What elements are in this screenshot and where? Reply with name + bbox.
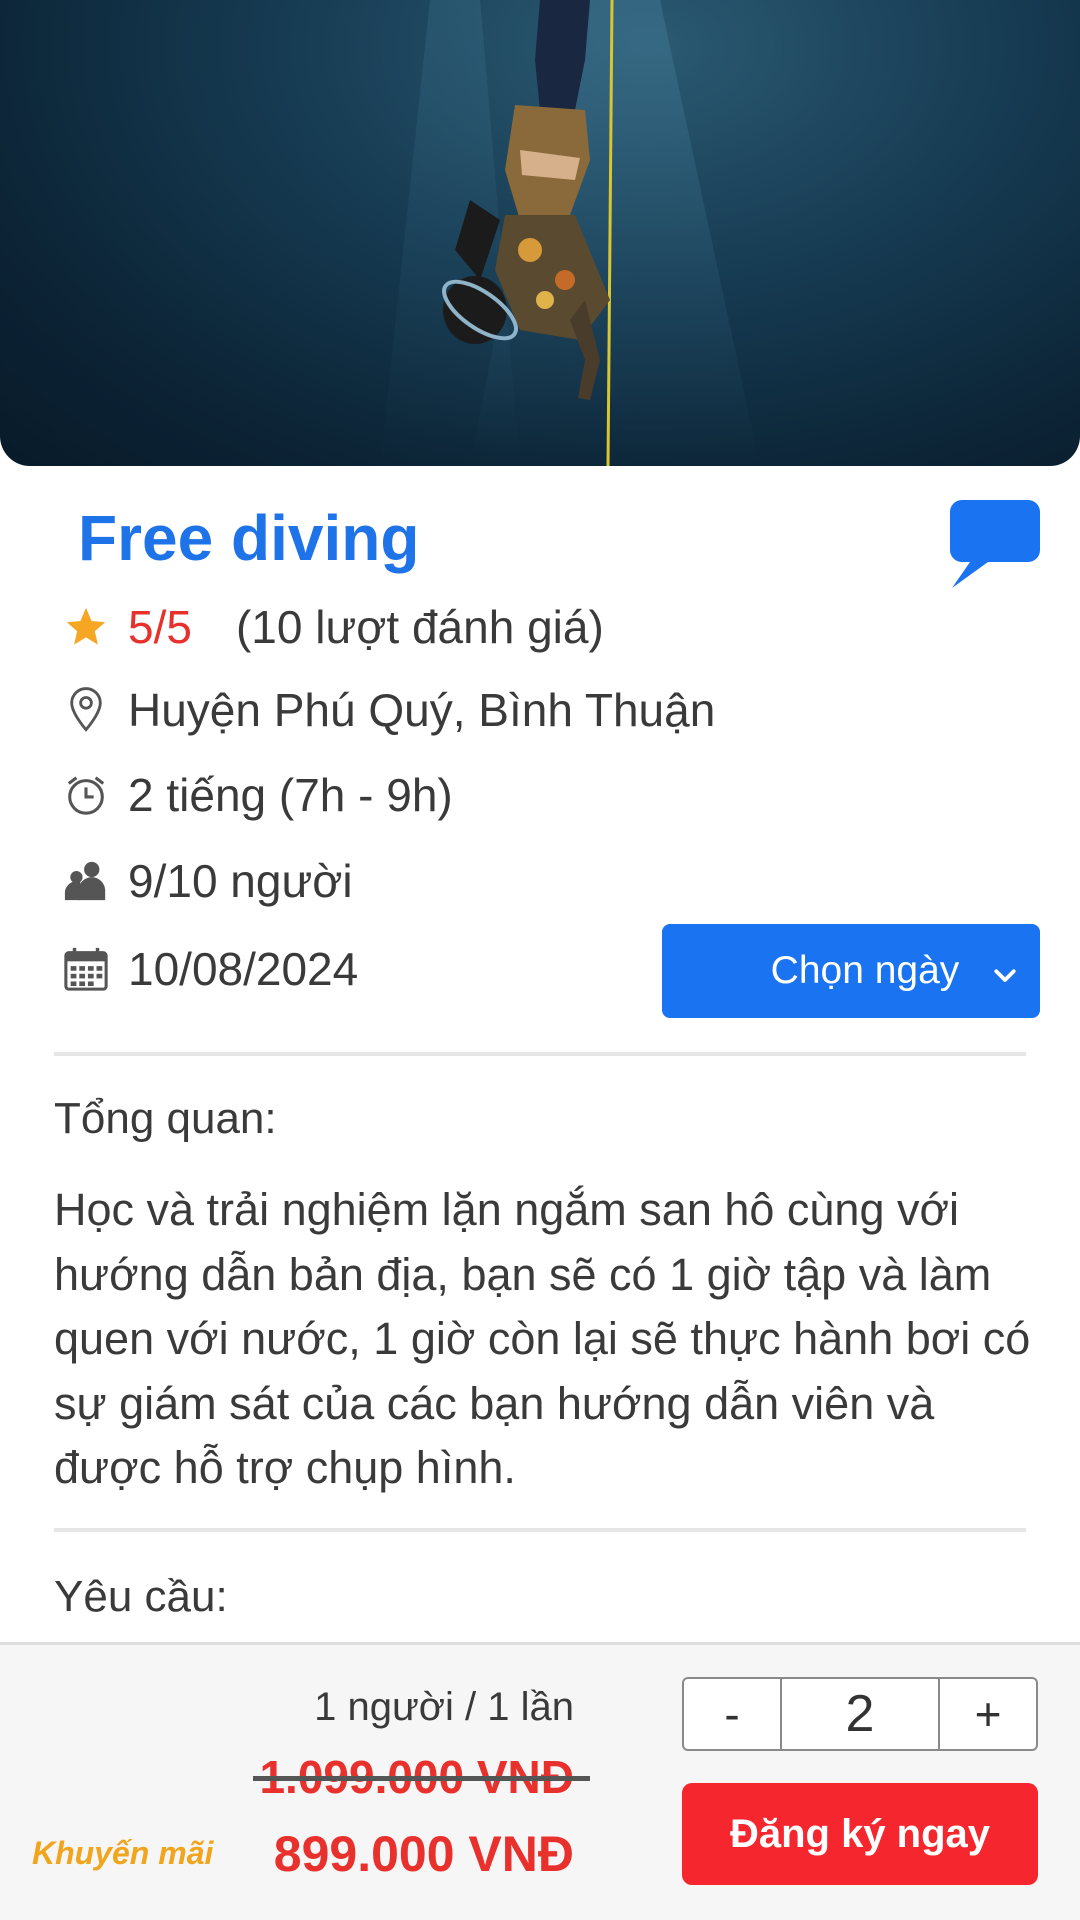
overview-text: Học và trải nghiệm lặn ngắm san hô cùng …	[54, 1184, 1031, 1493]
chat-bubble-icon[interactable]	[950, 500, 1040, 588]
new-price: 899.000 VNĐ	[273, 1826, 574, 1882]
chevron-down-icon	[990, 956, 1020, 986]
location-row: Huyện Phú Quý, Bình Thuận	[62, 683, 715, 737]
date-text: 10/08/2024	[128, 943, 359, 995]
map-pin-icon	[62, 686, 110, 734]
page-title: Free diving	[78, 502, 420, 574]
duration-text: 2 tiếng (7h - 9h)	[128, 769, 453, 821]
star-icon	[62, 603, 110, 651]
strikethrough-line	[253, 1776, 590, 1781]
diver-illustration	[380, 0, 760, 466]
rating-count[interactable]: (10 lượt đánh giá)	[236, 600, 604, 654]
choose-date-label: Chọn ngày	[770, 949, 960, 992]
capacity-text: 9/10 người	[128, 855, 353, 907]
promo-label: Khuyến mãi	[32, 1835, 214, 1871]
register-button[interactable]: Đăng ký ngay	[682, 1783, 1038, 1885]
location-text: Huyện Phú Quý, Bình Thuận	[128, 684, 716, 736]
capacity-row: 9/10 người	[62, 854, 353, 908]
overview-heading: Tổng quan:	[54, 1094, 277, 1143]
quantity-value[interactable]: 2	[780, 1679, 940, 1749]
decrement-button[interactable]: -	[684, 1679, 780, 1749]
alarm-clock-icon	[62, 771, 110, 819]
increment-button[interactable]: +	[940, 1679, 1036, 1749]
rating-row: 5/5 (10 lượt đánh giá)	[62, 600, 604, 654]
title-row: Free diving	[78, 498, 1040, 588]
divider	[54, 1528, 1026, 1532]
requirements-heading: Yêu cầu:	[54, 1572, 228, 1621]
choose-date-button[interactable]: Chọn ngày	[662, 924, 1040, 1018]
booking-bar: 1 người / 1 lần 1.099.000 VNĐ Khuyến mãi…	[0, 1642, 1080, 1920]
people-icon	[62, 857, 110, 905]
price-unit: 1 người / 1 lần	[314, 1685, 574, 1729]
rating-value: 5/5	[128, 601, 192, 653]
quantity-stepper: - 2 +	[682, 1677, 1038, 1751]
date-row: 10/08/2024	[62, 942, 358, 996]
old-price: 1.099.000 VNĐ	[253, 1750, 590, 1804]
divider	[54, 1052, 1026, 1056]
calendar-icon	[62, 945, 110, 993]
duration-row: 2 tiếng (7h - 9h)	[62, 768, 453, 822]
hero-image	[0, 0, 1080, 466]
